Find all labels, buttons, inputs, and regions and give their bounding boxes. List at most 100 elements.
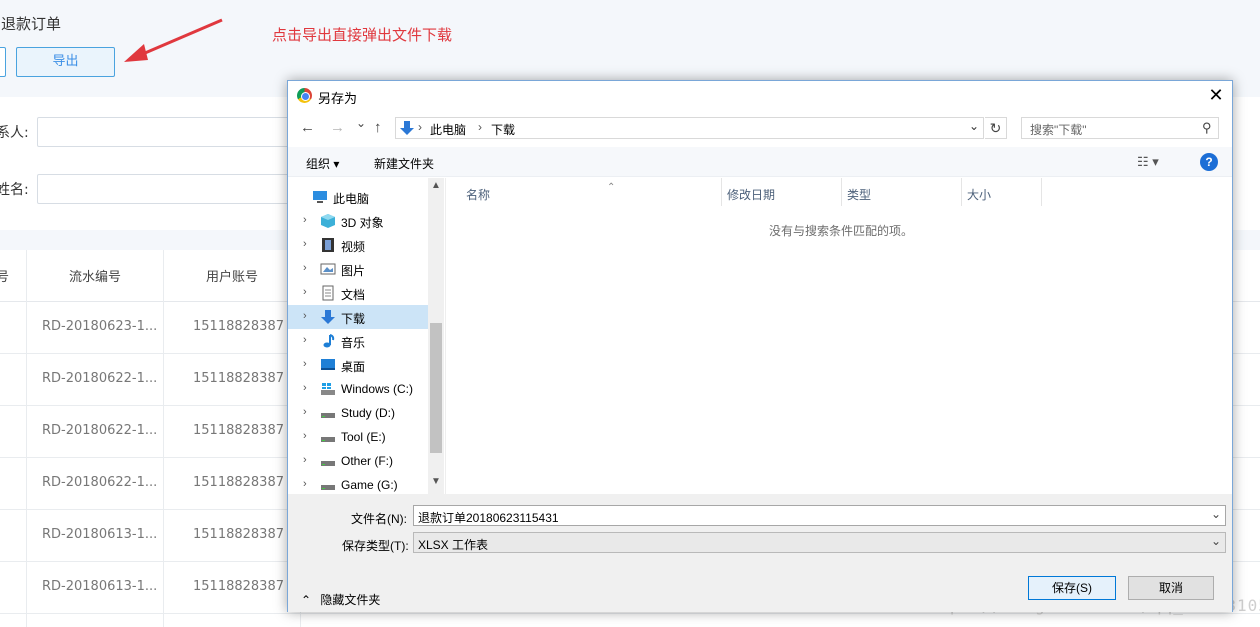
download-icon — [400, 121, 414, 135]
chevron-right-icon[interactable]: › — [303, 382, 307, 394]
column-header-name-label: 名称 — [466, 188, 491, 202]
cell-account: 15118828387 — [193, 371, 284, 386]
tree-item-label: 视频 — [341, 240, 366, 254]
column-divider[interactable] — [961, 178, 962, 206]
column-header-size[interactable]: 大小 — [967, 186, 991, 203]
filter-input-contact[interactable] — [37, 117, 297, 147]
filter-input-name[interactable] — [37, 174, 297, 204]
forward-arrow-icon[interactable]: → — [330, 119, 345, 136]
back-arrow-icon[interactable]: ← — [300, 119, 315, 136]
chevron-right-icon[interactable]: › — [303, 334, 307, 346]
filename-field[interactable]: 退款订单20180623115431 ⌄ — [413, 505, 1226, 526]
export-button[interactable]: 导出 — [16, 47, 115, 77]
tree-item-pictures[interactable]: › 图片 — [288, 257, 428, 281]
cell-serial: RD-20180623-1... — [42, 319, 158, 334]
tree-item-drive-d[interactable]: › Study (D:) — [288, 401, 428, 425]
chevron-right-icon[interactable]: › — [303, 286, 307, 298]
tree-item-label: 3D 对象 — [341, 216, 384, 230]
tree-item-label: 文档 — [341, 288, 366, 302]
tree-item-music[interactable]: › 音乐 — [288, 329, 428, 353]
tree-item-drive-e[interactable]: › Tool (E:) — [288, 425, 428, 449]
chevron-right-icon[interactable]: › — [303, 478, 307, 490]
file-list: 名称 ⌃ 修改日期 类型 大小 没有与搜索条件匹配的项。 — [445, 178, 1231, 494]
chrome-icon — [297, 88, 312, 103]
chevron-right-icon: › — [418, 120, 422, 134]
filetype-select[interactable]: XLSX 工作表 ⌄ — [413, 532, 1226, 553]
tree-item-this-pc[interactable]: 此电脑 — [288, 185, 428, 209]
hide-folders-toggle[interactable]: ⌃ 隐藏文件夹 — [301, 591, 380, 608]
cell-serial: RD-20180622-1... — [42, 371, 158, 386]
cancel-button[interactable]: 取消 — [1128, 576, 1214, 600]
column-divider[interactable] — [1041, 178, 1042, 206]
cell-account: 15118828387 — [193, 527, 284, 542]
cube-icon — [321, 214, 335, 228]
tree-item-downloads[interactable]: › 下载 — [288, 305, 428, 329]
navigation-scrollbar[interactable]: ▲ ▼ — [428, 178, 444, 494]
tree-item-label: Windows (C:) — [341, 382, 414, 396]
scroll-thumb[interactable] — [430, 323, 442, 453]
address-bar[interactable]: › 此电脑 › 下载 ⌄ — [395, 117, 984, 139]
tree-item-drive-c[interactable]: › Windows (C:) — [288, 377, 428, 401]
tree-item-label: Study (D:) — [341, 406, 396, 420]
chevron-down-icon[interactable]: ⌄ — [969, 119, 979, 133]
recent-locations-icon[interactable]: ⌄ — [356, 116, 366, 130]
dialog-title: 另存为 — [318, 91, 358, 106]
tree-item-drive-g[interactable]: › Game (G:) — [288, 473, 428, 494]
chevron-right-icon[interactable]: › — [303, 214, 307, 226]
cell-serial: RD-20180613-1... — [42, 527, 158, 542]
address-segment[interactable]: 此电脑 — [430, 121, 466, 138]
refresh-icon[interactable]: ↻ — [985, 117, 1007, 139]
cell-serial: RD-20180622-1... — [42, 475, 158, 490]
page-title: 户退款订单 — [0, 15, 62, 33]
scroll-down-icon[interactable]: ▼ — [431, 476, 441, 487]
cut-off-button[interactable] — [0, 47, 6, 77]
help-icon[interactable]: ? — [1200, 153, 1218, 171]
chevron-right-icon[interactable]: › — [303, 454, 307, 466]
view-options-icon[interactable]: ☷ ▾ — [1137, 154, 1159, 170]
tree-item-desktop[interactable]: › 桌面 — [288, 353, 428, 377]
column-divider[interactable] — [721, 178, 722, 206]
chevron-right-icon[interactable]: › — [303, 262, 307, 274]
filetype-value: XLSX 工作表 — [418, 538, 489, 552]
tree-item-label: Game (G:) — [341, 478, 398, 492]
command-bar: 组织 ▾ 新建文件夹 ☷ ▾ ? — [288, 147, 1232, 177]
close-icon[interactable]: ✕ — [1205, 85, 1227, 107]
up-arrow-icon[interactable]: ↑ — [374, 119, 382, 136]
download-icon — [321, 310, 335, 324]
search-input[interactable]: 搜索"下载" ⚲ — [1021, 117, 1219, 139]
chevron-right-icon[interactable]: › — [303, 238, 307, 250]
new-folder-button[interactable]: 新建文件夹 — [374, 155, 434, 172]
tree-item-label: Tool (E:) — [341, 430, 386, 444]
chevron-right-icon[interactable]: › — [303, 406, 307, 418]
tree-item-label: 此电脑 — [333, 192, 370, 206]
picture-icon — [320, 263, 336, 275]
address-segment[interactable]: 下载 — [491, 121, 515, 138]
chevron-down-icon[interactable]: ⌄ — [1211, 507, 1221, 521]
chevron-down-icon[interactable]: ⌄ — [1211, 534, 1221, 548]
organize-menu[interactable]: 组织 ▾ — [306, 155, 339, 172]
save-button[interactable]: 保存(S) — [1028, 576, 1116, 600]
tree-item-3d-objects[interactable]: › 3D 对象 — [288, 209, 428, 233]
chevron-right-icon[interactable]: › — [303, 430, 307, 442]
tree-item-videos[interactable]: › 视频 — [288, 233, 428, 257]
column-header-type[interactable]: 类型 — [847, 186, 871, 203]
save-as-dialog: 另存为 ✕ ← → ⌄ ↑ › 此电脑 › 下载 ⌄ ↻ 搜索"下载" ⚲ 组织… — [287, 80, 1233, 612]
tree-item-documents[interactable]: › 文档 — [288, 281, 428, 305]
filename-label: 文件名(N): — [351, 512, 407, 526]
sort-ascending-icon: ⌃ — [607, 182, 616, 193]
dialog-titlebar[interactable]: 另存为 ✕ — [288, 81, 1232, 111]
scroll-up-icon[interactable]: ▲ — [431, 180, 441, 191]
drive-icon — [321, 437, 335, 442]
chevron-right-icon[interactable]: › — [303, 310, 307, 322]
film-icon — [322, 238, 334, 252]
column-divider[interactable] — [841, 178, 842, 206]
column-header-name[interactable]: 名称 ⌃ — [466, 182, 615, 203]
column-header-date[interactable]: 修改日期 — [727, 186, 775, 203]
annotation-arrow-icon — [124, 18, 223, 62]
document-icon — [322, 285, 334, 301]
tree-item-drive-f[interactable]: › Other (F:) — [288, 449, 428, 473]
column-header-serial: 流水编号 — [69, 270, 122, 285]
drive-icon — [321, 413, 335, 418]
navigation-bar: ← → ⌄ ↑ › 此电脑 › 下载 ⌄ ↻ 搜索"下载" ⚲ — [288, 113, 1232, 143]
chevron-right-icon[interactable]: › — [303, 358, 307, 370]
